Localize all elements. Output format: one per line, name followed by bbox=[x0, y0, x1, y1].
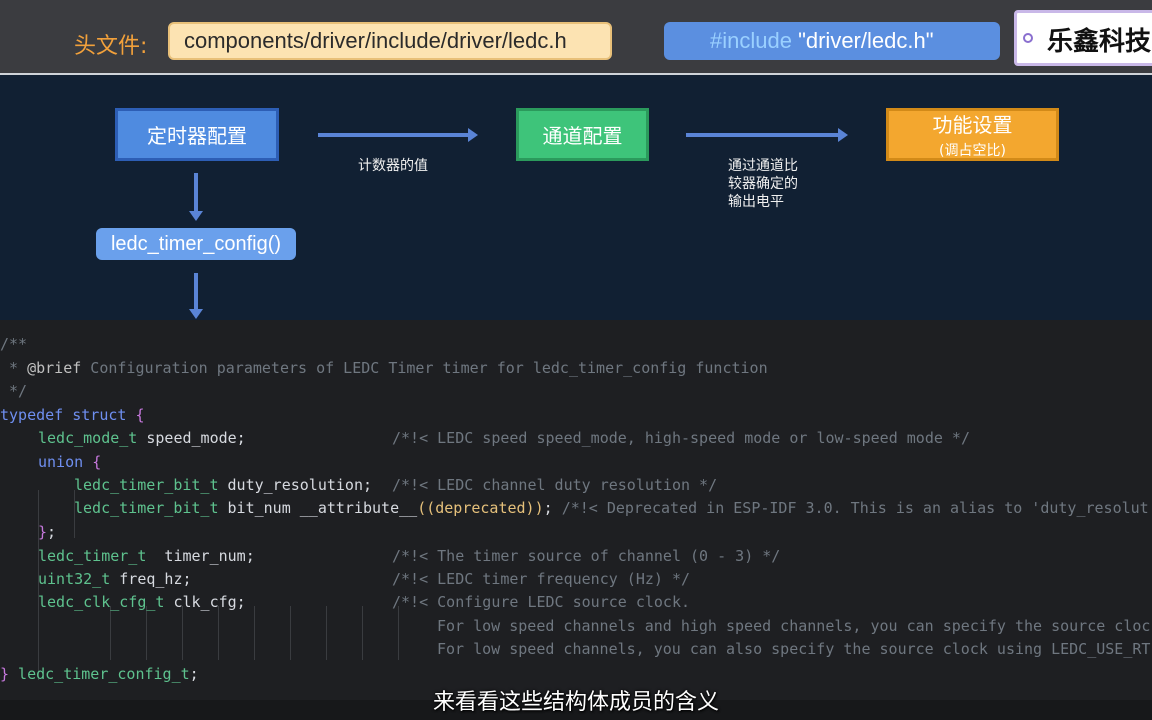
flow-diagram: 定时器配置 计数器的值 通道配置 通过通道比 较器确定的 输出电平 功能设置 (… bbox=[0, 75, 1152, 320]
function-setting-label: 功能设置 bbox=[932, 113, 1013, 137]
edge-label-compare-line2: 较器确定的 bbox=[728, 176, 798, 192]
member-name: bit_num __attribute__ bbox=[218, 499, 418, 517]
typedef-keyword: typedef struct bbox=[0, 406, 136, 424]
member-type: uint32_t bbox=[38, 570, 111, 588]
member-comment: /*!< Configure LEDC source clock. bbox=[392, 593, 691, 611]
struct-typedef-name: ledc_timer_config_t bbox=[9, 665, 190, 683]
edge-label-counter: 计数器的值 bbox=[358, 158, 428, 174]
header-file-path: components/driver/include/driver/ledc.h bbox=[168, 22, 612, 60]
attribute-args: ((deprecated)) bbox=[417, 499, 544, 517]
doc-comment-prefix: * bbox=[0, 359, 28, 377]
indent-guide bbox=[362, 606, 363, 660]
function-setting-node: 功能设置 (调占空比) bbox=[886, 108, 1059, 161]
indent-guide bbox=[398, 606, 399, 660]
doc-comment-open: /** bbox=[0, 335, 28, 353]
member-name: duty_resolution; bbox=[218, 476, 373, 494]
union-close-brace: } bbox=[38, 523, 48, 541]
doc-comment-tag: @brief bbox=[27, 359, 82, 377]
statement-end: ; bbox=[47, 523, 57, 541]
union-open-brace: { bbox=[92, 453, 102, 471]
code-line: /** bbox=[0, 333, 27, 356]
member-name: timer_num; bbox=[146, 547, 255, 565]
member-comment: /*!< The timer source of channel (0 - 3)… bbox=[392, 547, 781, 565]
member-comment: /*!< LEDC channel duty resolution */ bbox=[392, 476, 718, 494]
timer-config-call-node: ledc_timer_config() bbox=[96, 228, 296, 260]
indent-guide bbox=[146, 606, 147, 660]
member-comment: For low speed channels, you can also spe… bbox=[437, 640, 1151, 658]
channel-config-label: 通道配置 bbox=[542, 124, 623, 148]
code-line: ledc_timer_t timer_num; bbox=[0, 545, 255, 568]
member-type: ledc_timer_bit_t bbox=[74, 499, 219, 517]
video-subtitle: 来看看这些结构体成员的含义 bbox=[432, 690, 719, 715]
code-line: }; bbox=[0, 521, 56, 544]
channel-config-node: 通道配置 bbox=[516, 108, 649, 161]
edge-label-compare-line3: 输出电平 bbox=[728, 194, 784, 210]
struct-close-brace: } bbox=[0, 665, 10, 683]
code-line: typedef struct { bbox=[0, 404, 145, 427]
include-statement: #include "driver/ledc.h" bbox=[664, 22, 1000, 60]
member-type: ledc_timer_t bbox=[38, 547, 147, 565]
header-label: 头文件: bbox=[74, 34, 148, 59]
indent-guide bbox=[218, 606, 219, 660]
union-keyword: union bbox=[38, 453, 93, 471]
member-comment: /*!< LEDC speed speed_mode, high-speed m… bbox=[392, 429, 970, 447]
timer-config-node: 定时器配置 bbox=[115, 108, 279, 161]
indent-guide bbox=[110, 606, 111, 660]
header-bar: 头文件: components/driver/include/driver/le… bbox=[0, 0, 1152, 74]
indent-guide bbox=[326, 606, 327, 660]
member-comment: /*!< Deprecated in ESP-IDF 3.0. This is … bbox=[561, 499, 1149, 517]
code-editor: /** * @brief Configuration parameters of… bbox=[0, 320, 1152, 700]
arrow-timer-to-call bbox=[189, 173, 203, 221]
member-type: ledc_clk_cfg_t bbox=[38, 593, 165, 611]
member-type: ledc_mode_t bbox=[38, 429, 138, 447]
code-line: * @brief Configuration parameters of LED… bbox=[0, 357, 768, 380]
code-line: uint32_t freq_hz; bbox=[0, 568, 192, 591]
member-comment: /*!< LEDC timer frequency (Hz) */ bbox=[392, 570, 691, 588]
indent-guide bbox=[182, 606, 183, 660]
code-line: ledc_clk_cfg_t clk_cfg; bbox=[0, 591, 246, 614]
arrow-call-to-code bbox=[189, 273, 203, 319]
member-comment: For low speed channels and high speed ch… bbox=[437, 617, 1151, 635]
member-name: speed_mode; bbox=[137, 429, 246, 447]
code-line: */ bbox=[0, 380, 27, 403]
edge-label-compare: 通过通道比 较器确定的 输出电平 bbox=[728, 157, 798, 211]
code-line: union { bbox=[0, 451, 101, 474]
doc-comment-text: Configuration parameters of LEDC Timer t… bbox=[81, 359, 768, 377]
arrow-channel-to-function bbox=[686, 128, 848, 142]
timer-config-call-label: ledc_timer_config() bbox=[110, 232, 282, 255]
statement-end: ; bbox=[543, 499, 562, 517]
include-keyword: #include bbox=[710, 28, 792, 53]
brand-name: 乐鑫科技 bbox=[1047, 27, 1152, 57]
member-name: freq_hz; bbox=[110, 570, 192, 588]
indent-guide bbox=[290, 606, 291, 660]
member-name: clk_cfg; bbox=[164, 593, 246, 611]
timer-config-label: 定时器配置 bbox=[147, 124, 247, 148]
brand-dot-icon bbox=[1023, 33, 1033, 43]
indent-guide bbox=[254, 606, 255, 660]
edge-label-compare-line1: 通过通道比 bbox=[728, 158, 798, 174]
brand-logo: 乐鑫科技 bbox=[1014, 10, 1152, 66]
member-type: ledc_timer_bit_t bbox=[74, 476, 219, 494]
function-setting-sublabel: (调占空比) bbox=[939, 143, 1006, 159]
doc-comment-close: */ bbox=[0, 382, 28, 400]
code-line: } ledc_timer_config_t; bbox=[0, 663, 199, 686]
code-line: ledc_mode_t speed_mode; bbox=[0, 427, 246, 450]
arrow-timer-to-channel bbox=[318, 128, 478, 142]
code-line: ledc_timer_bit_t duty_resolution; bbox=[0, 474, 372, 497]
statement-end: ; bbox=[189, 665, 199, 683]
struct-open-brace: { bbox=[135, 406, 145, 424]
code-line: ledc_timer_bit_t bit_num __attribute__((… bbox=[0, 497, 1149, 520]
include-file: "driver/ledc.h" bbox=[791, 28, 934, 53]
